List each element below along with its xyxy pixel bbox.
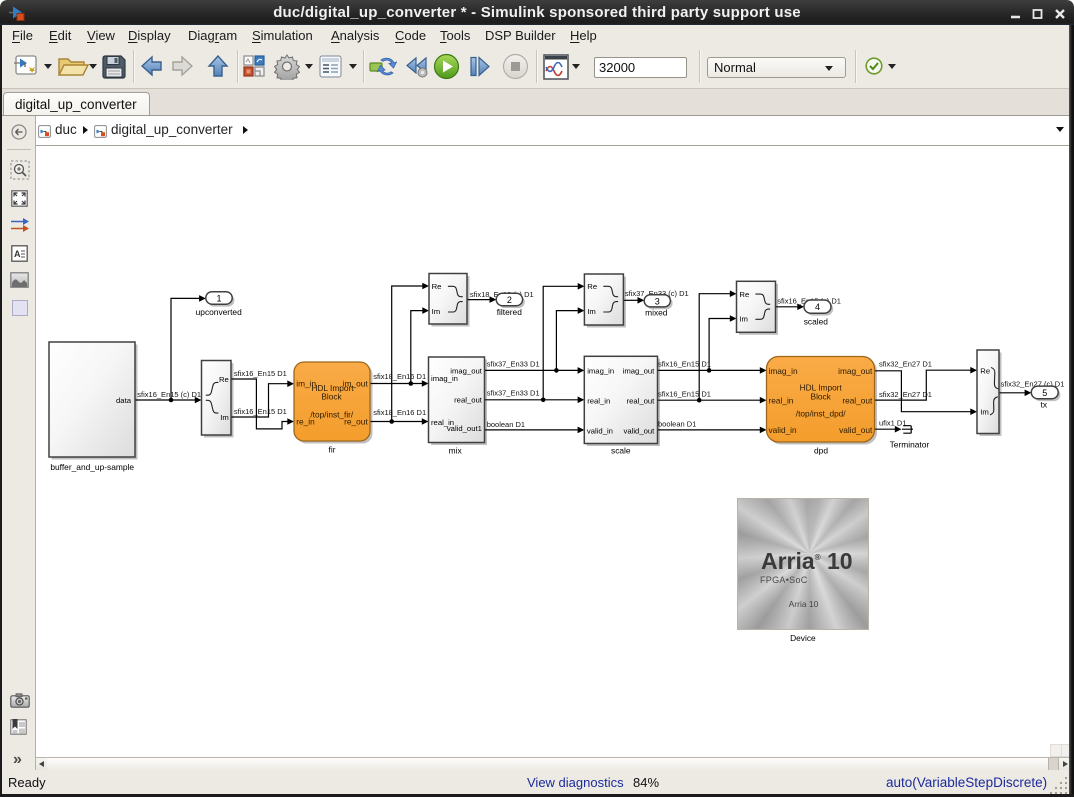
svg-text:A: A bbox=[14, 249, 21, 259]
